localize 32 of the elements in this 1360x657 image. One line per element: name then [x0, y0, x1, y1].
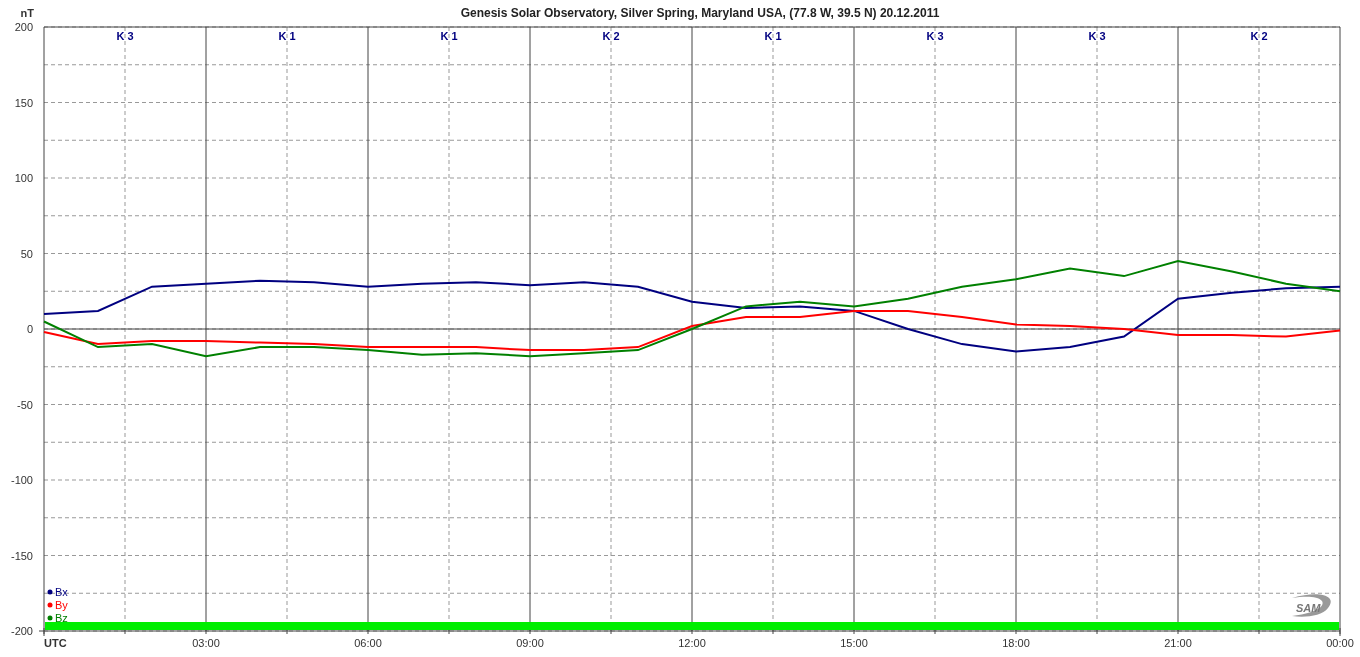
y-axis-label: nT [20, 7, 34, 19]
k-index-label: K 2 [602, 30, 620, 42]
x-tick-label: 09:00 [516, 637, 544, 649]
y-tick-label: -150 [10, 549, 33, 562]
chart-title: Genesis Solar Observatory, Silver Spring, Maryland USA, (77.8 W, 39.5 N) 20.12.2011 [460, 6, 940, 20]
k-index-label: K 1 [440, 30, 458, 42]
x-tick-label: 06:00 [354, 637, 382, 649]
y-tick-label: -50 [17, 398, 33, 411]
k-index-label: K 3 [926, 30, 944, 42]
x-tick-label: 00:00 [1326, 637, 1354, 649]
k-index-label: K 2 [1250, 30, 1268, 42]
k-index-label: K 1 [764, 30, 782, 42]
legend-label: Bx [55, 586, 68, 598]
y-tick-label: 50 [20, 247, 33, 260]
y-tick-label: 100 [14, 172, 33, 184]
x-tick-label: 12:00 [678, 637, 706, 649]
k-index-label: K 1 [278, 30, 296, 42]
legend-label: Bz [55, 612, 68, 624]
y-tick-label: -100 [10, 474, 33, 486]
k-index-label: K 3 [116, 30, 134, 42]
y-tick-label: 150 [14, 96, 33, 109]
y-tick-label: 200 [14, 21, 33, 33]
x-tick-label: 03:00 [192, 637, 220, 649]
x-tick-label: 15:00 [840, 637, 868, 649]
y-tick-label: -200 [10, 625, 33, 637]
logo-text: SAM [1296, 602, 1321, 614]
x-tick-label: UTC [44, 637, 67, 649]
x-tick-label: 21:00 [1164, 637, 1192, 649]
legend-label: By [55, 599, 68, 611]
k-index-label: K 3 [1088, 30, 1106, 42]
y-tick-label: 0 [26, 323, 33, 335]
x-tick-label: 18:00 [1002, 637, 1030, 649]
